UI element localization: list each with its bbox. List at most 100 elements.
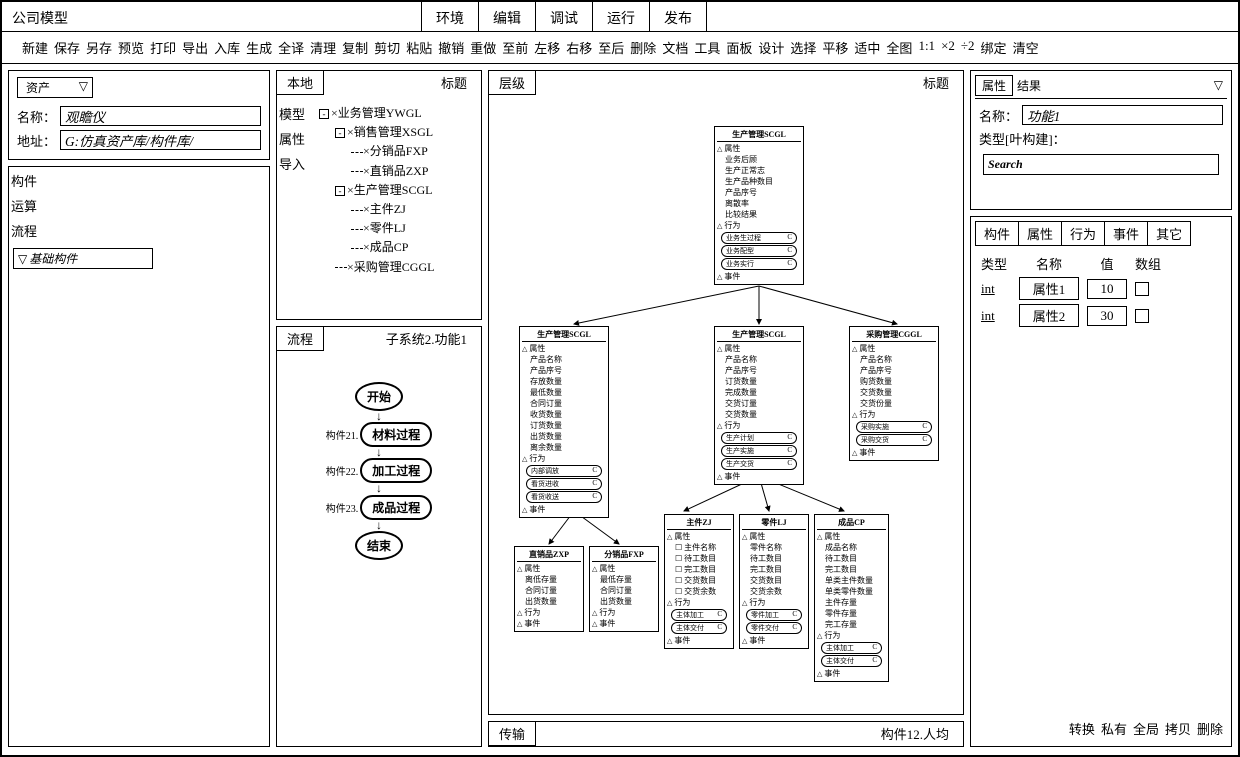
hier-tab[interactable]: 层级 <box>488 70 536 95</box>
attr-h-name: 名称 <box>1019 254 1079 273</box>
transport-panel: 传输 构件12.人均 <box>488 721 964 747</box>
attr-tab-other[interactable]: 其它 <box>1147 221 1191 246</box>
tb-trans[interactable]: 全译 <box>278 38 304 57</box>
tb-doc[interactable]: 文档 <box>662 38 688 57</box>
attr-tab-event[interactable]: 事件 <box>1104 221 1148 246</box>
action-delete[interactable]: 删除 <box>1197 719 1223 738</box>
asset-dropdown[interactable]: 资产 <box>17 77 93 98</box>
attr-tab-attr[interactable]: 属性 <box>1018 221 1062 246</box>
attr-row[interactable]: int属性230 <box>975 302 1227 329</box>
tb-panel[interactable]: 面板 <box>726 38 752 57</box>
action-copy[interactable]: 拷贝 <box>1165 719 1191 738</box>
flow-step3[interactable]: 成品过程 <box>360 495 432 520</box>
tb-redo[interactable]: 重做 <box>470 38 496 57</box>
tb-paste[interactable]: 粘贴 <box>406 38 432 57</box>
tb-new[interactable]: 新建 <box>22 38 48 57</box>
top-tabs: 环境 编辑 调试 运行 发布 <box>422 2 707 31</box>
flow-tab[interactable]: 流程 <box>276 326 324 351</box>
tree-node[interactable]: ×主件ZJ <box>319 200 434 219</box>
local-sb-import[interactable]: 导入 <box>279 154 315 173</box>
attr-tab-behav[interactable]: 行为 <box>1061 221 1105 246</box>
action-convert[interactable]: 转换 <box>1069 719 1095 738</box>
tb-back[interactable]: 至后 <box>598 38 624 57</box>
tb-export[interactable]: 导出 <box>182 38 208 57</box>
tb-cut[interactable]: 剪切 <box>374 38 400 57</box>
flow-step1[interactable]: 材料过程 <box>360 422 432 447</box>
asset-addr-input[interactable] <box>60 130 261 150</box>
tb-right[interactable]: 右移 <box>566 38 592 57</box>
local-tab[interactable]: 本地 <box>276 70 324 95</box>
tb-bind[interactable]: 绑定 <box>981 38 1007 57</box>
tree-node[interactable]: -×业务管理YWGL <box>319 104 434 123</box>
tb-pan[interactable]: 平移 <box>822 38 848 57</box>
hier-node-cp[interactable]: 成品CP△属性成品名称待工数目完工数目单类主件数量单类零件数量主件存量零件存量完… <box>814 514 889 682</box>
tb-print[interactable]: 打印 <box>150 38 176 57</box>
comp-tab-flow[interactable]: 流程 <box>11 221 47 240</box>
hier-node-lj[interactable]: 零件LJ△属性零件名称待工数目完工数目交货数目交货余数△行为零件加工零件交付△事… <box>739 514 809 649</box>
tb-front[interactable]: 至前 <box>502 38 528 57</box>
hier-node-fxp[interactable]: 分销品FXP△属性最低存量合同订量出货数量△行为△事件 <box>589 546 659 632</box>
props-tab-attr[interactable]: 属性 <box>975 75 1013 96</box>
hier-node-zj[interactable]: 主件ZJ△属性☐ 主件名称☐ 待工数目☐ 完工数目☐ 交货数目☐ 交货余数△行为… <box>664 514 734 649</box>
asset-name-input[interactable] <box>60 106 261 126</box>
tb-11[interactable]: 1:1 <box>918 38 935 57</box>
tree-node[interactable]: ×成品CP <box>319 238 434 257</box>
tab-run[interactable]: 运行 <box>592 2 650 31</box>
hier-node-scgl2[interactable]: 生产管理SCGL△属性产品名称产品序号订货数量完成数量交货订量交货数量△行为生产… <box>714 326 804 485</box>
tree-node[interactable]: ×采购管理CGGL <box>319 258 434 277</box>
tb-fit[interactable]: 适中 <box>854 38 880 57</box>
hier-node-root[interactable]: 生产管理SCGL△属性业务后顾生产正常志生产品种数目产品序号离散率比较结果△行为… <box>714 126 804 285</box>
transport-title: 构件12.人均 <box>877 722 953 745</box>
tb-clean[interactable]: 清理 <box>310 38 336 57</box>
tb-left[interactable]: 左移 <box>534 38 560 57</box>
tree-node[interactable]: -×销售管理XSGL <box>319 123 434 142</box>
comp-tab-operation[interactable]: 运算 <box>11 196 47 215</box>
props-tab-result[interactable]: 结果 <box>1017 77 1041 94</box>
tb-undo[interactable]: 撤销 <box>438 38 464 57</box>
tb-store[interactable]: 入库 <box>214 38 240 57</box>
tab-edit[interactable]: 编辑 <box>478 2 536 31</box>
tab-debug[interactable]: 调试 <box>535 2 593 31</box>
local-sb-attr[interactable]: 属性 <box>279 129 315 148</box>
component-combo[interactable]: 基础构件 <box>13 248 153 269</box>
hier-node-cggl[interactable]: 采购管理CGGL△属性产品名称产品序号购货数量交货数量交货份量△行为采购实施采购… <box>849 326 939 461</box>
tb-x2[interactable]: ×2 <box>941 38 955 57</box>
tb-design[interactable]: 设计 <box>758 38 784 57</box>
transport-tab[interactable]: 传输 <box>488 721 536 746</box>
hier-node-scgl1[interactable]: 生产管理SCGL△属性产品名称产品序号存放数量最低数量合同订量收货数量订货数量出… <box>519 326 609 518</box>
tb-preview[interactable]: 预览 <box>118 38 144 57</box>
tree-node[interactable]: ×直销品ZXP <box>319 162 434 181</box>
tb-clear[interactable]: 清空 <box>1013 38 1039 57</box>
tb-save[interactable]: 保存 <box>54 38 80 57</box>
tree-node[interactable]: ×零件LJ <box>319 219 434 238</box>
tb-all[interactable]: 全图 <box>886 38 912 57</box>
tb-copy[interactable]: 复制 <box>342 38 368 57</box>
attr-tab-comp[interactable]: 构件 <box>975 221 1019 246</box>
tb-tool[interactable]: 工具 <box>694 38 720 57</box>
tab-publish[interactable]: 发布 <box>649 2 707 31</box>
props-dropdown-icon[interactable]: ▽ <box>1210 78 1227 93</box>
props-search[interactable]: Search <box>983 154 1219 175</box>
tree-node[interactable]: -×生产管理SCGL <box>319 181 434 200</box>
action-global[interactable]: 全局 <box>1133 719 1159 738</box>
tree-node[interactable]: ×分销品FXP <box>319 142 434 161</box>
flow-step1-label: 构件21. <box>326 427 359 442</box>
tb-gen[interactable]: 生成 <box>246 38 272 57</box>
flow-panel: 流程 子系统2.功能1 开始 ↓ 构件21.材料过程 ↓ 构件22.加工过程 ↓… <box>276 326 482 747</box>
local-tree[interactable]: -×业务管理YWGL-×销售管理XSGL×分销品FXP×直销品ZXP-×生产管理… <box>317 100 436 319</box>
tb-delete[interactable]: 删除 <box>630 38 656 57</box>
local-sb-model[interactable]: 模型 <box>279 104 315 123</box>
tb-select[interactable]: 选择 <box>790 38 816 57</box>
hier-node-zxp[interactable]: 直销品ZXP△属性离低存量合同订量出货数量△行为△事件 <box>514 546 584 632</box>
attr-row[interactable]: int属性110 <box>975 275 1227 302</box>
tab-env[interactable]: 环境 <box>421 2 479 31</box>
flow-start[interactable]: 开始 <box>355 382 403 411</box>
hierarchy-panel[interactable]: 层级 标题 生产管理SCGL△属性业务后顾生产正常志生产品种数目产品序号离散率比… <box>488 70 964 715</box>
tb-saveas[interactable]: 另存 <box>86 38 112 57</box>
flow-end[interactable]: 结束 <box>355 531 403 560</box>
flow-step2[interactable]: 加工过程 <box>360 458 432 483</box>
comp-tab-component[interactable]: 构件 <box>11 171 47 190</box>
action-private[interactable]: 私有 <box>1101 719 1127 738</box>
props-name-input[interactable] <box>1022 105 1223 125</box>
tb-d2[interactable]: ÷2 <box>961 38 975 57</box>
